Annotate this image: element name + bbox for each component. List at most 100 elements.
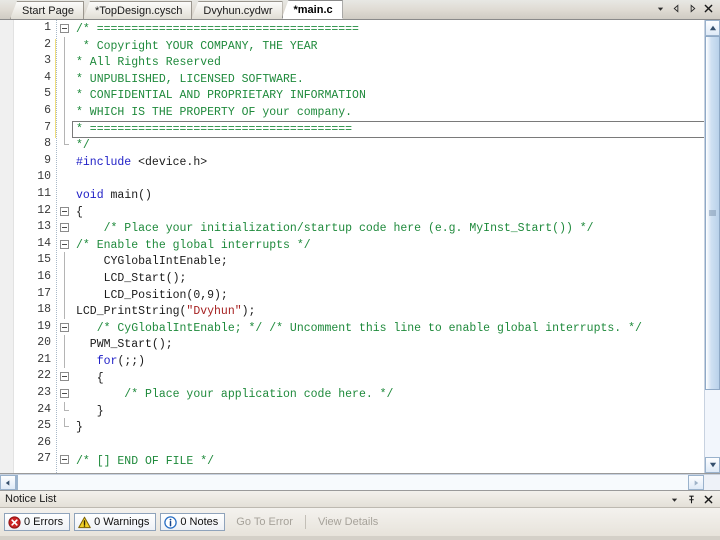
scroll-down-icon[interactable]	[705, 457, 720, 473]
notice-dropdown-icon[interactable]	[669, 493, 680, 505]
code-line[interactable]: PWM_Start();	[72, 337, 173, 354]
code-line[interactable]	[72, 437, 76, 454]
editor-tab-topdesign-cysch[interactable]: *TopDesign.cysch	[82, 1, 193, 19]
code-line[interactable]	[72, 171, 76, 188]
fold-marker	[57, 69, 72, 87]
code-token-pln: }	[76, 421, 83, 435]
line-number: 19	[37, 319, 51, 333]
fold-marker	[57, 119, 72, 137]
code-token-cmt: /* Place your application code here. */	[76, 388, 394, 402]
code-line[interactable]: #include <device.h>	[72, 155, 207, 172]
editor-tab-main-c[interactable]: *main.c	[281, 0, 343, 19]
view-details-button[interactable]: View Details	[311, 513, 385, 531]
go-to-error-button[interactable]: Go To Error	[229, 513, 300, 531]
errors-filter-button[interactable]: 0 Errors	[4, 513, 71, 531]
code-token-pln: <device.h>	[131, 155, 208, 169]
code-token-pln	[76, 355, 97, 368]
code-line[interactable]: /* [] END OF FILE */	[72, 454, 214, 471]
tab-close-icon[interactable]	[703, 2, 714, 14]
fold-marker[interactable]	[57, 203, 72, 220]
fold-marker[interactable]	[57, 20, 72, 37]
code-token-pln: LCD_PrintString(	[76, 305, 187, 319]
notes-filter-button[interactable]: 0 Notes	[160, 513, 226, 531]
tab-bar-controls	[655, 0, 720, 19]
code-line[interactable]: CYGlobalIntEnable;	[72, 254, 228, 271]
code-line[interactable]: * Copyright YOUR COMPANY, THE YEAR	[72, 39, 318, 56]
fold-marker	[57, 186, 72, 203]
scroll-left-icon[interactable]	[0, 475, 16, 490]
editor-vertical-scrollbar[interactable]	[704, 20, 720, 473]
line-number: 14	[37, 236, 51, 250]
code-line[interactable]: /* CyGlobalIntEnable; */ /* Uncomment th…	[72, 321, 642, 338]
fold-marker[interactable]	[57, 368, 72, 385]
horizontal-scroll-track[interactable]	[16, 475, 688, 490]
line-number: 21	[37, 352, 51, 366]
code-token-cmt: /* Enable the global interrupts */	[76, 238, 311, 252]
code-line[interactable]: LCD_Start();	[72, 271, 187, 288]
fold-marker[interactable]	[57, 319, 72, 336]
code-line[interactable]: {	[72, 371, 104, 388]
notice-list-titlebar: Notice List	[0, 491, 720, 508]
fold-marker	[57, 435, 72, 452]
scroll-up-icon[interactable]	[705, 20, 720, 36]
line-number-gutter: 1 2 3 4 5 6 7 8 9 10 11 12 13 14 15 16 17 18 19 20 21 22 23 24 2…	[14, 20, 58, 473]
errors-filter-label: 0 Errors	[24, 516, 64, 528]
code-line[interactable]: /* Enable the global interrupts */	[72, 238, 311, 255]
code-line[interactable]: */	[72, 138, 90, 155]
code-line[interactable]: * All Rights Reserved	[72, 55, 221, 72]
code-line[interactable]: void main()	[72, 188, 152, 205]
line-number: 12	[37, 203, 51, 217]
vertical-scroll-track[interactable]	[705, 36, 720, 457]
tab-scroll-right-icon[interactable]	[687, 2, 698, 14]
code-editor-body[interactable]: 1 2 3 4 5 6 7 8 9 10 11 12 13 14 15 16 17 18 19 20 21 22 23 24 2…	[0, 20, 704, 473]
code-line[interactable]: }	[72, 420, 83, 437]
code-folding-column[interactable]	[56, 20, 72, 473]
code-token-pln: CYGlobalIntEnable;	[76, 255, 228, 269]
code-token-cmt: * WHICH IS THE PROPERTY OF your company.	[76, 106, 353, 119]
code-text-area[interactable]: /* =====================================…	[72, 20, 704, 473]
code-editor[interactable]: 1 2 3 4 5 6 7 8 9 10 11 12 13 14 15 16 17 18 19 20 21 22 23 24 2…	[0, 20, 720, 474]
code-line[interactable]: * UNPUBLISHED, LICENSED SOFTWARE.	[72, 72, 304, 89]
code-line[interactable]: * ======================================	[72, 122, 352, 139]
notice-close-icon[interactable]	[703, 493, 714, 505]
scroll-right-icon[interactable]	[688, 475, 704, 490]
code-line[interactable]: for(;;)	[72, 354, 145, 371]
line-number: 9	[44, 153, 51, 167]
scrollbar-corner	[704, 475, 720, 490]
code-token-kw: void	[76, 189, 104, 202]
code-token-cmt: /* [] END OF FILE */	[76, 454, 215, 468]
line-number: 6	[44, 103, 51, 117]
selection-margin[interactable]	[0, 20, 14, 473]
code-line[interactable]: * CONFIDENTIAL AND PROPRIETARY INFORMATI…	[72, 88, 366, 105]
code-line[interactable]: LCD_PrintString("Dvyhun");	[72, 304, 255, 321]
fold-marker[interactable]	[57, 219, 72, 236]
code-token-pln: LCD_Position(0,9);	[76, 288, 228, 302]
line-number: 8	[44, 137, 51, 151]
fold-marker[interactable]	[57, 236, 72, 253]
line-number: 13	[37, 220, 51, 234]
code-token-kw: #include	[76, 155, 132, 169]
fold-marker[interactable]	[57, 385, 72, 402]
code-line[interactable]: }	[72, 404, 104, 421]
pin-icon[interactable]	[686, 493, 697, 505]
editor-tab-label: *main.c	[293, 3, 333, 16]
editor-horizontal-scrollbar[interactable]	[0, 474, 720, 490]
code-line[interactable]: {	[72, 205, 83, 222]
line-number: 17	[37, 286, 51, 300]
editor-tab-dvyhun-cydwr[interactable]: Dvyhun.cydwr	[191, 1, 283, 19]
line-number: 27	[37, 452, 51, 466]
fold-marker	[57, 102, 72, 120]
fold-marker	[57, 169, 72, 186]
tab-list-dropdown-icon[interactable]	[655, 2, 666, 14]
code-line[interactable]: /* =====================================…	[72, 22, 359, 39]
code-line[interactable]: LCD_Position(0,9);	[72, 288, 228, 305]
fold-marker[interactable]	[57, 451, 72, 468]
code-line[interactable]: * WHICH IS THE PROPERTY OF your company.	[72, 105, 352, 122]
code-token-cmt: * UNPUBLISHED, LICENSED SOFTWARE.	[76, 72, 304, 86]
code-line[interactable]: /* Place your application code here. */	[72, 387, 393, 404]
vertical-scroll-thumb[interactable]	[705, 36, 720, 390]
tab-scroll-left-icon[interactable]	[671, 2, 682, 14]
code-line[interactable]: /* Place your initialization/startup cod…	[72, 221, 594, 238]
warnings-filter-button[interactable]: 0 Warnings	[74, 513, 157, 531]
editor-tab-start-page[interactable]: Start Page	[10, 1, 84, 19]
